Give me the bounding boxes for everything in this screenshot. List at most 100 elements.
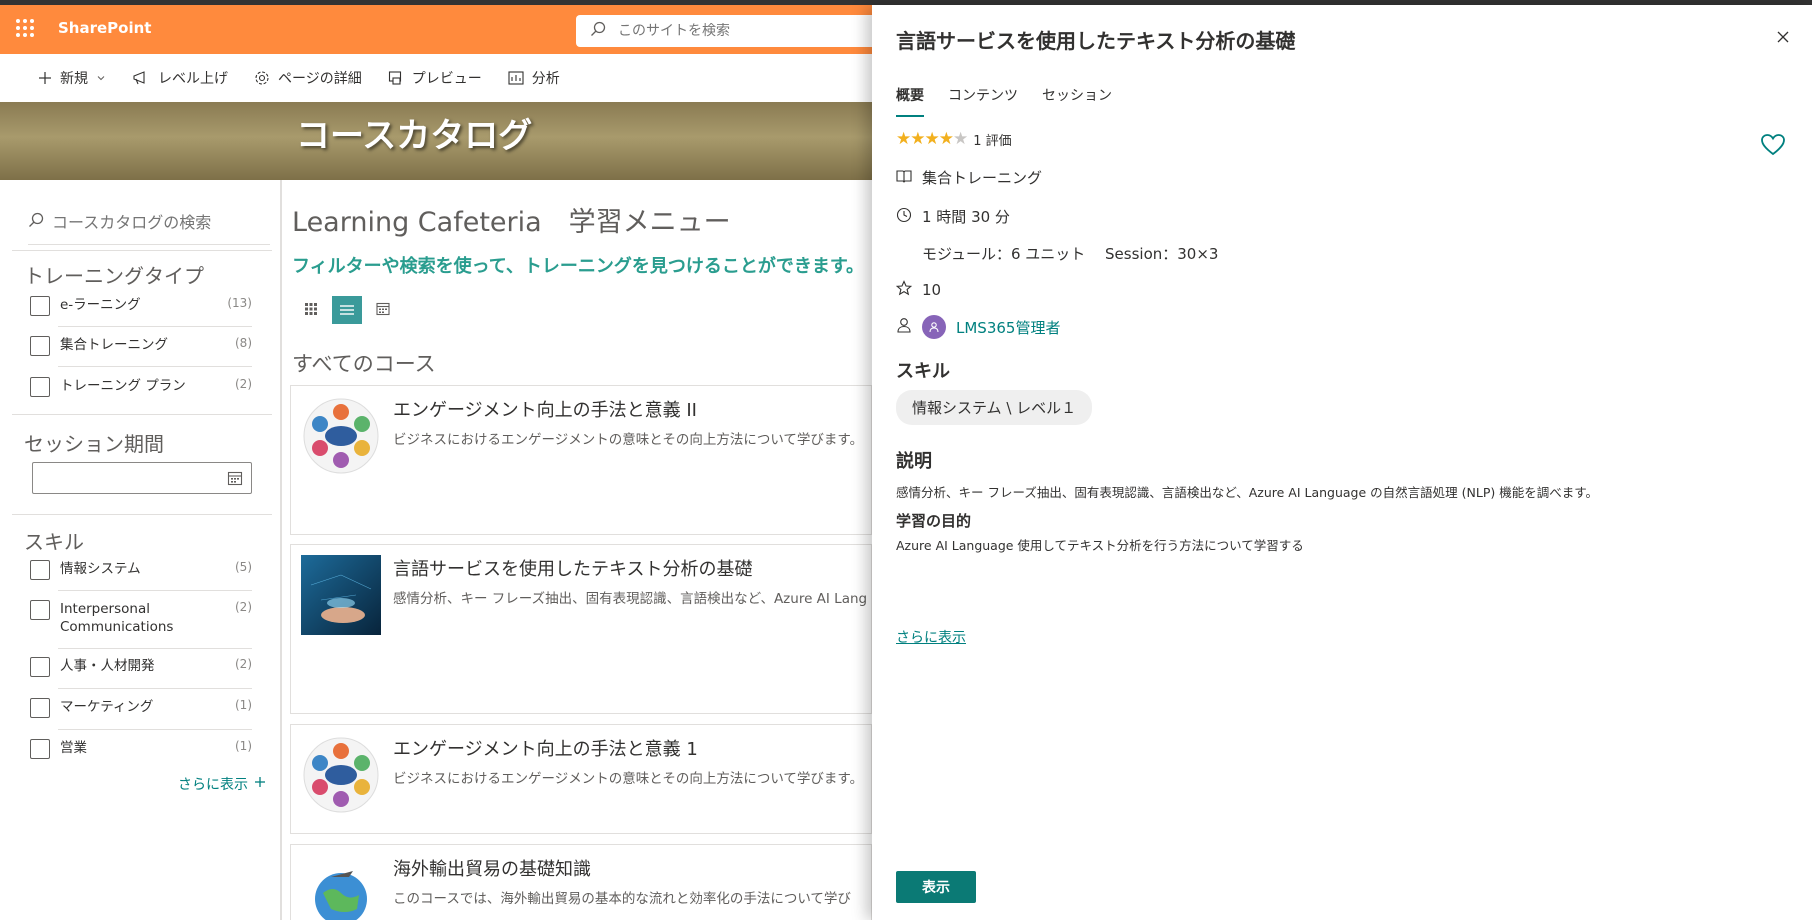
show-more-link[interactable]: さらに表示 (896, 627, 966, 647)
favorite-button[interactable] (1760, 133, 1786, 161)
filter-count: (2) (235, 377, 252, 391)
star-outline-icon (895, 280, 913, 300)
catalog-search[interactable] (28, 212, 270, 245)
star-filled-icon[interactable]: ★ (910, 129, 925, 149)
filter-skill-marketing[interactable]: マーケティング (1) (30, 698, 252, 718)
app-launcher-icon[interactable] (16, 19, 34, 37)
tab-content[interactable]: コンテンツ (948, 81, 1018, 117)
skill-chip: 情報システム \ レベル１ (896, 390, 1093, 425)
star-empty-icon[interactable]: ★ (953, 129, 968, 149)
divider (58, 366, 252, 367)
star-filled-icon[interactable]: ★ (925, 129, 940, 149)
rating-stars[interactable]: ★ ★ ★ ★ ★ (896, 129, 968, 149)
command-bar: 新規 レベル上げ ページの詳細 プレビュー 分析 (0, 54, 872, 102)
calendar-icon[interactable] (227, 470, 243, 490)
filter-count: (1) (235, 739, 252, 753)
close-icon (1776, 29, 1790, 48)
checkbox[interactable] (30, 296, 50, 316)
filter-e-learning[interactable]: e-ラーニング (13) (30, 296, 252, 316)
promote-button[interactable]: レベル上げ (132, 68, 228, 88)
new-button[interactable]: 新規 (38, 68, 106, 88)
filter-label: e-ラーニング (60, 297, 141, 313)
course-details-panel: 言語サービスを使用したテキスト分析の基礎 概要 コンテンツ セッション ★ ★ ★ ★… (872, 5, 1812, 920)
heart-icon (1760, 134, 1786, 161)
course-title[interactable]: エンゲージメント向上の手法と意義 II (393, 396, 697, 422)
course-card[interactable]: 海外輸出貿易の基礎知識 このコースでは、海外輸出貿易の基本的な流れと効率化の手法… (290, 844, 872, 920)
points: 10 (922, 281, 942, 299)
training-type-heading: トレーニングタイプ (24, 264, 204, 288)
course-title[interactable]: 言語サービスを使用したテキスト分析の基礎 (393, 555, 752, 581)
list-view-button[interactable] (332, 296, 362, 324)
search-icon (28, 212, 44, 232)
filter-count: (1) (235, 698, 252, 712)
course-title[interactable]: エンゲージメント向上の手法と意義 1 (393, 735, 698, 761)
checkbox[interactable] (30, 739, 50, 759)
filter-skill-hr[interactable]: 人事・人材開発 (2) (30, 657, 252, 677)
tab-sessions[interactable]: セッション (1042, 81, 1112, 117)
analytics-label: 分析 (531, 71, 560, 87)
close-panel-button[interactable] (1776, 29, 1790, 48)
brand-name[interactable]: SharePoint (58, 19, 151, 37)
grid-icon (304, 301, 318, 320)
show-course-button[interactable]: 表示 (896, 871, 976, 903)
checkbox[interactable] (30, 657, 50, 677)
site-search-box[interactable] (576, 15, 896, 47)
hero-title: コースカタログ (296, 116, 533, 156)
filter-classroom-training[interactable]: 集合トレーニング (8) (30, 336, 252, 356)
description-heading: 説明 (896, 451, 932, 472)
checkbox[interactable] (30, 698, 50, 718)
calendar-view-button[interactable] (368, 296, 398, 324)
filter-training-plan[interactable]: トレーニング プラン (2) (30, 377, 252, 397)
person-icon (896, 317, 912, 337)
course-card[interactable]: 言語サービスを使用したテキスト分析の基礎 感情分析、キー フレーズ抽出、固有表現… (290, 544, 872, 714)
divider (12, 514, 272, 515)
analytics-icon (508, 71, 524, 85)
checkbox[interactable] (30, 600, 50, 620)
preview-button[interactable]: プレビュー (388, 68, 482, 88)
rating[interactable]: ★ ★ ★ ★ ★ 1 評価 (896, 129, 1012, 149)
course-description: 感情分析、キー フレーズ抽出、固有表現認識、言語検出など、Azure AI La… (393, 591, 868, 607)
hero-banner: コースカタログ (0, 102, 872, 180)
duration-row: 1 時間 30 分 (896, 206, 1010, 227)
filter-skill-interpersonal[interactable]: Interpersonal Communications (2) (30, 600, 252, 636)
session-date-picker[interactable] (32, 462, 252, 494)
filter-skill-sales[interactable]: 営業 (1) (30, 739, 252, 759)
filter-label: 情報システム (60, 561, 141, 577)
star-filled-icon[interactable]: ★ (896, 129, 911, 149)
page-title: Learning Cafeteria 学習メニュー (292, 207, 731, 238)
course-card[interactable]: エンゲージメント向上の手法と意義 II ビジネスにおけるエンゲージメントの意味と… (290, 385, 872, 535)
course-card[interactable]: エンゲージメント向上の手法と意義 1 ビジネスにおけるエンゲージメントの意味とそ… (290, 724, 872, 834)
megaphone-icon (132, 70, 150, 86)
author-link[interactable]: LMS365管理者 (956, 317, 1060, 338)
course-thumbnail-engagement (301, 396, 381, 476)
filter-count: (5) (235, 560, 252, 574)
page-details-button[interactable]: ページの詳細 (254, 68, 362, 88)
list-icon (339, 301, 355, 320)
plus-icon (254, 776, 266, 792)
course-title[interactable]: 海外輸出貿易の基礎知識 (393, 855, 591, 881)
filter-label: Interpersonal Communications (60, 601, 174, 635)
skills-heading: スキル (896, 361, 950, 382)
filter-skill-info-systems[interactable]: 情報システム (5) (30, 560, 252, 580)
filter-label: トレーニング プラン (60, 378, 186, 394)
gear-icon (254, 70, 270, 86)
chevron-down-icon (96, 73, 106, 83)
checkbox[interactable] (30, 336, 50, 356)
book-icon (896, 169, 912, 187)
site-search-input[interactable] (618, 23, 818, 39)
preview-icon (388, 70, 404, 86)
star-filled-icon[interactable]: ★ (939, 129, 954, 149)
checkbox[interactable] (30, 560, 50, 580)
tab-overview[interactable]: 概要 (896, 81, 924, 117)
catalog-search-input[interactable] (52, 212, 262, 232)
filter-count: (13) (227, 296, 252, 310)
checkbox[interactable] (30, 377, 50, 397)
divider (58, 326, 252, 327)
show-more-filters-link[interactable]: さらに表示 (178, 774, 266, 794)
grid-view-button[interactable] (296, 296, 326, 324)
analytics-button[interactable]: 分析 (508, 68, 560, 88)
learning-goal-heading: 学習の目的 (896, 512, 972, 530)
all-courses-heading: すべてのコース (292, 352, 436, 376)
filter-label: 営業 (60, 740, 87, 756)
divider (12, 414, 272, 415)
